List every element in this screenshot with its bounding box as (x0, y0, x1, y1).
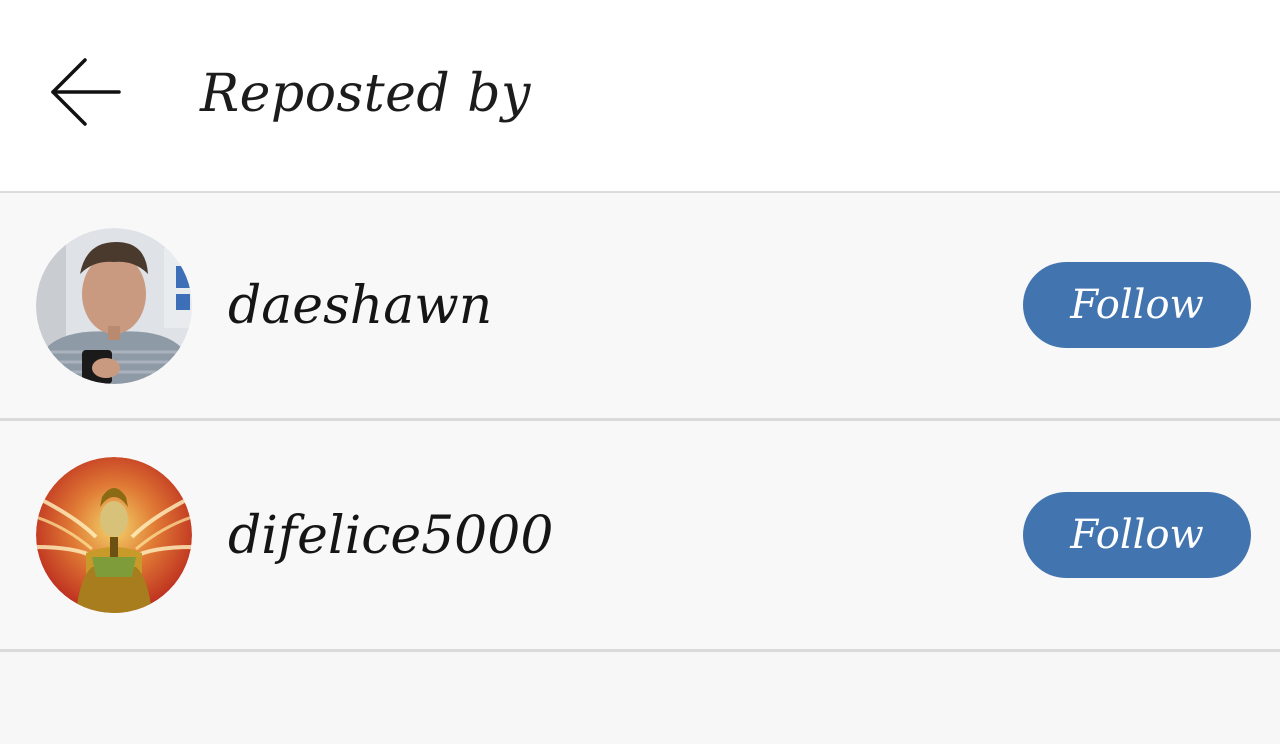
profile-photo-image (36, 228, 192, 384)
avatar[interactable] (36, 457, 192, 613)
follow-button[interactable]: Follow (1023, 262, 1251, 348)
reposters-list: daeshawn Follow difelice5000 Follow (0, 193, 1280, 652)
username[interactable]: daeshawn (228, 271, 492, 341)
back-button[interactable] (40, 50, 130, 134)
profile-artwork-image (36, 457, 192, 613)
app-header: Reposted by (0, 0, 1280, 193)
reposted-by-screen: Reposted by daeshawn Follow difelice5000… (0, 0, 1280, 744)
list-item[interactable]: daeshawn Follow (0, 193, 1280, 421)
avatar[interactable] (36, 228, 192, 384)
username[interactable]: difelice5000 (228, 501, 553, 571)
arrow-left-icon (51, 58, 121, 126)
page-title: Reposted by (200, 64, 531, 124)
follow-button[interactable]: Follow (1023, 492, 1251, 578)
list-item[interactable]: difelice5000 Follow (0, 421, 1280, 652)
